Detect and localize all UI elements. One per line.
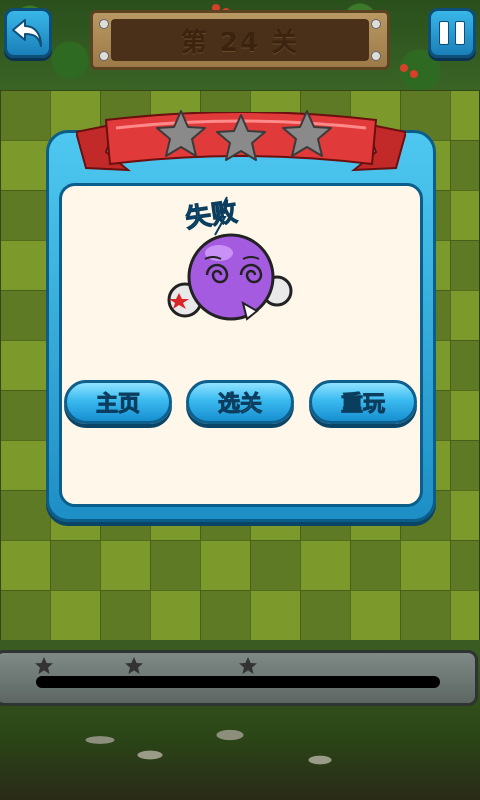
select-level-button[interactable]: 选关 <box>186 380 294 424</box>
flower-decoration <box>400 64 408 72</box>
progress-star-2-icon <box>125 657 143 674</box>
level-title: 第 24 关 <box>111 19 369 61</box>
result-star-3-icon <box>282 110 332 157</box>
rivet <box>371 51 381 61</box>
rivet <box>99 19 109 29</box>
progress-star-3-icon <box>239 657 257 674</box>
back-button[interactable] <box>4 8 52 58</box>
pause-button[interactable] <box>428 8 476 58</box>
rivet <box>99 51 109 61</box>
flower-decoration <box>410 70 418 78</box>
result-star-1-icon <box>156 110 206 157</box>
progress-bar <box>36 676 440 688</box>
home-button[interactable]: 主页 <box>64 380 172 424</box>
rivet <box>371 19 381 29</box>
result-star-2-icon <box>216 114 266 161</box>
back-arrow-icon <box>12 19 42 47</box>
level-plate: 第 24 关 <box>90 10 390 70</box>
fail-character: 失败 <box>165 195 315 330</box>
pause-icon <box>439 21 465 45</box>
dizzy-ball-icon <box>167 196 293 321</box>
progress-star-1-icon <box>35 657 53 674</box>
replay-button[interactable]: 重玩 <box>309 380 417 424</box>
